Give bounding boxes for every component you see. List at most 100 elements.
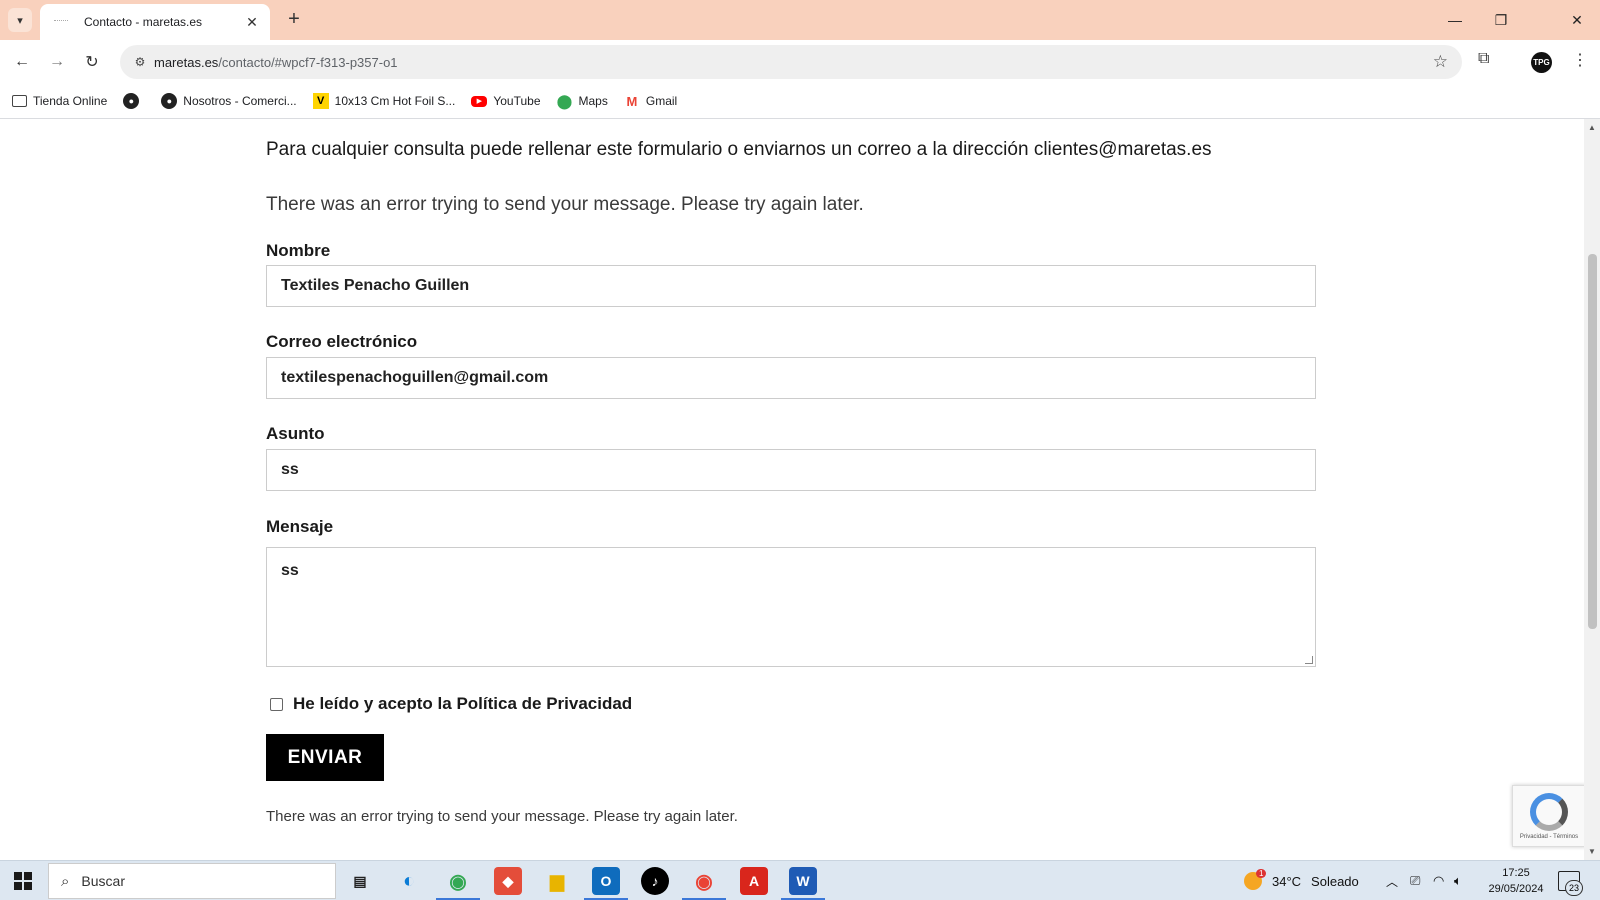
bookmark-label: Maps (578, 94, 608, 108)
intro-text: Para cualquier consulta puede rellenar e… (266, 139, 1212, 160)
globe-icon: ● (123, 93, 140, 109)
resize-handle[interactable] (1305, 656, 1313, 664)
task-view-icon[interactable]: ▤ (346, 867, 374, 895)
site-info-icon[interactable]: ⚙ (126, 55, 154, 69)
privacy-prefix: He leído y acepto la (293, 694, 457, 713)
subject-label: Asunto (266, 424, 325, 443)
acrobat-icon[interactable]: A (740, 867, 768, 895)
bookmark-gmail[interactable]: M Gmail (624, 93, 677, 109)
bookmark-youtube[interactable]: ▶ YouTube (471, 94, 541, 108)
close-window-button[interactable]: ✕ (1554, 0, 1600, 40)
meet-icon[interactable]: ⎚ (1410, 861, 1420, 900)
bookmark-hot-foil[interactable]: V 10x13 Cm Hot Foil S... (312, 93, 456, 109)
message-label: Mensaje (266, 517, 334, 536)
recaptcha-badge[interactable]: Privacidad - Términos (1512, 785, 1584, 847)
minimize-button[interactable]: — (1432, 0, 1478, 40)
bookmark-label: Gmail (645, 94, 678, 108)
arrow-left-icon: ← (14, 53, 30, 70)
bookmark-globe[interactable]: ● (123, 93, 145, 109)
tab-search-button[interactable]: ▾ (8, 8, 32, 32)
clock-time: 17:25 (1502, 867, 1530, 879)
notification-count: 23 (1565, 880, 1583, 896)
bookmark-label: Nosotros - Comerci... (183, 94, 297, 108)
error-message-top: There was an error trying to send your m… (266, 194, 864, 215)
error-message-bottom: There was an error trying to send your m… (266, 808, 738, 825)
globe-icon: ● (161, 93, 178, 109)
privacy-label: He leído y acepto la Política de Privaci… (293, 694, 632, 714)
folder-icon (12, 95, 27, 107)
recaptcha-icon (1530, 792, 1568, 831)
weather-badge: 1 (1256, 869, 1267, 878)
reload-button[interactable]: ↻ (80, 50, 104, 74)
address-bar[interactable]: ⚙ maretas.es/contacto/#wpcf7-f313-p357-o… (120, 45, 1462, 79)
scroll-down-icon[interactable]: ▼ (1588, 847, 1596, 856)
name-label: Nombre (266, 241, 331, 260)
tab-close-icon[interactable]: ✕ (244, 14, 260, 31)
clock-date: 29/05/2024 (1488, 883, 1544, 895)
word-icon[interactable]: W (789, 867, 817, 895)
privacy-consent: He leído y acepto la Política de Privaci… (270, 694, 632, 714)
search-icon: ⌕ (61, 872, 70, 890)
tab-title: Contacto - maretas.es (84, 15, 203, 29)
back-button[interactable]: ← (10, 50, 34, 74)
gmail-icon: M (626, 93, 638, 109)
volume-icon[interactable]: 🔈︎ (1454, 861, 1462, 900)
browser-window: ▾ Contacto - maretas.es ✕ + — ❐ ✕ ← → ↻ … (0, 0, 1600, 900)
anydesk-icon[interactable]: ◆ (494, 867, 522, 895)
submit-button[interactable]: ENVIAR (266, 734, 384, 781)
v-logo-icon: V (312, 93, 329, 109)
arrow-right-icon: → (49, 53, 65, 70)
new-tab-button[interactable]: + (282, 8, 306, 32)
privacy-policy-link[interactable]: Política de Privacidad (456, 694, 632, 713)
email-label: Correo electrónico (266, 332, 418, 351)
subject-input[interactable]: ss (266, 449, 1316, 491)
browser-toolbar: ← → ↻ ⚙ maretas.es/contacto/#wpcf7-f313-… (0, 40, 1600, 84)
scroll-up-icon[interactable]: ▲ (1588, 123, 1596, 132)
file-explorer-icon[interactable]: ▆ (543, 867, 571, 895)
privacy-checkbox[interactable] (270, 697, 283, 711)
bookmarks-bar: Tienda Online ● ● Nosotros - Comerci... … (0, 84, 1600, 119)
weather-desc: Soleado (1311, 873, 1359, 889)
tiktok-icon[interactable]: ♪ (641, 867, 669, 895)
url-domain: maretas.es (154, 54, 219, 70)
url-path: /contacto/#wpcf7-f313-p357-o1 (218, 54, 398, 70)
page-content: Para cualquier consulta puede rellenar e… (0, 119, 1584, 860)
menu-kebab-icon[interactable]: ⋮ (1572, 50, 1588, 70)
bookmark-label: Tienda Online (33, 94, 108, 108)
message-textarea[interactable]: ss (266, 547, 1316, 667)
chrome-profile-icon[interactable]: ◉ (690, 867, 718, 895)
chrome-icon[interactable]: ◉ (444, 867, 472, 895)
forward-button[interactable]: → (45, 50, 69, 74)
tab-strip: ▾ Contacto - maretas.es ✕ + — ❐ ✕ (0, 0, 1600, 40)
taskbar-search-placeholder: Buscar (81, 873, 125, 889)
windows-start-icon[interactable] (14, 872, 32, 890)
bookmark-maps[interactable]: ⬤ Maps (557, 93, 608, 109)
weather-widget[interactable]: 1 34°C Soleado (1244, 861, 1359, 900)
name-input[interactable]: Textiles Penacho Guillen (266, 265, 1316, 307)
tab-contacto[interactable]: Contacto - maretas.es ✕ (40, 4, 270, 40)
extensions-icon[interactable]: ⧉ (1478, 50, 1489, 68)
url-text[interactable]: maretas.es/contacto/#wpcf7-f313-p357-o1 (154, 55, 398, 70)
chevron-down-icon: ▾ (17, 14, 23, 27)
bookmark-nosotros[interactable]: ● Nosotros - Comerci... (161, 93, 297, 109)
bookmark-label: YouTube (493, 94, 541, 108)
weather-temp: 34°C (1272, 873, 1302, 889)
windows-taskbar: ⌕ Buscar ▤ ◐ ◉ ◆ ▆ O ♪ ◉ A W 1 34°C Sole… (0, 860, 1600, 900)
bookmark-star-icon[interactable]: ☆ (1433, 52, 1448, 72)
page-scrollbar[interactable]: ▲ ▼ (1584, 119, 1600, 860)
edge-icon[interactable]: ◐ (395, 867, 423, 895)
email-input[interactable]: textilespenachoguillen@gmail.com (266, 357, 1316, 399)
reload-icon: ↻ (85, 54, 99, 71)
outlook-icon[interactable]: O (592, 867, 620, 895)
profile-avatar[interactable]: TPG (1531, 52, 1552, 73)
bookmark-label: 10x13 Cm Hot Foil S... (334, 94, 456, 108)
restore-button[interactable]: ❐ (1478, 0, 1524, 40)
clock[interactable]: 17:25 29/05/2024 (1480, 865, 1552, 897)
recaptcha-terms[interactable]: Privacidad - Términos (1520, 834, 1578, 840)
favicon-icon (54, 20, 68, 24)
tray-chevron-icon[interactable]: ︿ (1386, 861, 1398, 900)
bookmark-tienda-online[interactable]: Tienda Online (12, 94, 107, 108)
wifi-icon[interactable]: ◠ (1433, 861, 1444, 900)
scroll-thumb[interactable] (1588, 254, 1597, 629)
taskbar-search[interactable]: ⌕ Buscar (48, 863, 336, 899)
